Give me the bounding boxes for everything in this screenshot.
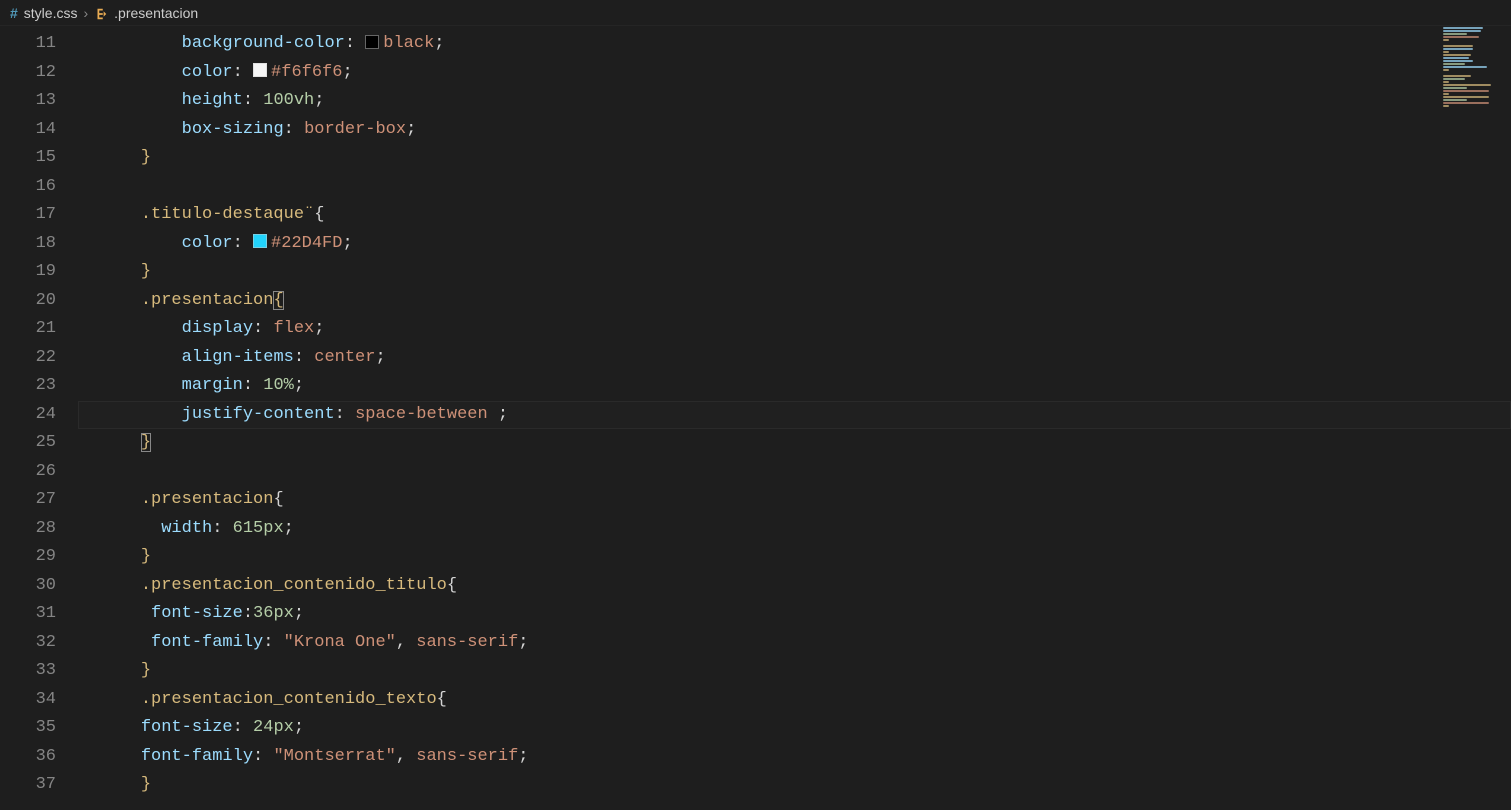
css-file-icon: # <box>10 5 18 21</box>
minimap[interactable] <box>1441 26 1511 166</box>
code-line[interactable] <box>78 458 1511 487</box>
code-line[interactable]: } <box>78 429 1511 458</box>
line-number: 29 <box>0 543 78 572</box>
code-area[interactable]: background-color: black; color: #f6f6f6;… <box>78 26 1511 810</box>
line-number: 19 <box>0 258 78 287</box>
color-swatch[interactable] <box>253 63 267 77</box>
code-line[interactable]: width: 615px; <box>78 515 1511 544</box>
line-number: 32 <box>0 629 78 658</box>
code-line[interactable]: } <box>78 543 1511 572</box>
code-line[interactable]: .titulo-destaque¨{ <box>78 201 1511 230</box>
line-number: 27 <box>0 486 78 515</box>
code-line[interactable]: font-size:36px; <box>78 600 1511 629</box>
code-line[interactable]: } <box>78 657 1511 686</box>
code-line[interactable]: justify-content: space-between ; <box>78 401 1511 430</box>
breadcrumb-symbol[interactable]: .presentacion <box>114 5 198 21</box>
line-number: 18 <box>0 230 78 259</box>
code-line[interactable]: font-family: "Montserrat", sans-serif; <box>78 743 1511 772</box>
code-line[interactable]: display: flex; <box>78 315 1511 344</box>
line-number: 17 <box>0 201 78 230</box>
line-number: 35 <box>0 714 78 743</box>
line-number: 13 <box>0 87 78 116</box>
color-swatch[interactable] <box>365 35 379 49</box>
color-swatch[interactable] <box>253 234 267 248</box>
line-number-gutter: 1112131415161718192021222324252627282930… <box>0 26 78 810</box>
code-line[interactable]: } <box>78 771 1511 800</box>
code-line[interactable] <box>78 173 1511 202</box>
line-number: 12 <box>0 59 78 88</box>
line-number: 34 <box>0 686 78 715</box>
code-line[interactable]: height: 100vh; <box>78 87 1511 116</box>
line-number: 37 <box>0 771 78 800</box>
line-number: 11 <box>0 30 78 59</box>
line-number: 26 <box>0 458 78 487</box>
line-number: 15 <box>0 144 78 173</box>
code-line[interactable]: background-color: black; <box>78 30 1511 59</box>
code-line[interactable]: } <box>78 144 1511 173</box>
code-line[interactable]: box-sizing: border-box; <box>78 116 1511 145</box>
breadcrumb-file[interactable]: style.css <box>24 5 78 21</box>
line-number: 21 <box>0 315 78 344</box>
code-line[interactable]: .presentacion{ <box>78 287 1511 316</box>
line-number: 30 <box>0 572 78 601</box>
code-line[interactable]: margin: 10%; <box>78 372 1511 401</box>
line-number: 33 <box>0 657 78 686</box>
code-line[interactable]: } <box>78 258 1511 287</box>
breadcrumb[interactable]: # style.css › .presentacion <box>0 0 1511 26</box>
line-number: 36 <box>0 743 78 772</box>
symbol-icon <box>94 4 108 20</box>
line-number: 20 <box>0 287 78 316</box>
line-number: 14 <box>0 116 78 145</box>
code-line[interactable]: .presentacion_contenido_titulo{ <box>78 572 1511 601</box>
line-number: 31 <box>0 600 78 629</box>
code-line[interactable]: font-family: "Krona One", sans-serif; <box>78 629 1511 658</box>
editor: 1112131415161718192021222324252627282930… <box>0 26 1511 810</box>
code-line[interactable]: .presentacion_contenido_texto{ <box>78 686 1511 715</box>
line-number: 24 <box>0 401 78 430</box>
code-line[interactable]: align-items: center; <box>78 344 1511 373</box>
line-number: 22 <box>0 344 78 373</box>
line-number: 23 <box>0 372 78 401</box>
breadcrumb-separator: › <box>83 5 88 21</box>
code-line[interactable]: font-size: 24px; <box>78 714 1511 743</box>
code-line[interactable]: .presentacion{ <box>78 486 1511 515</box>
code-line[interactable]: color: #f6f6f6; <box>78 59 1511 88</box>
line-number: 25 <box>0 429 78 458</box>
line-number: 28 <box>0 515 78 544</box>
code-line[interactable]: color: #22D4FD; <box>78 230 1511 259</box>
line-number: 16 <box>0 173 78 202</box>
